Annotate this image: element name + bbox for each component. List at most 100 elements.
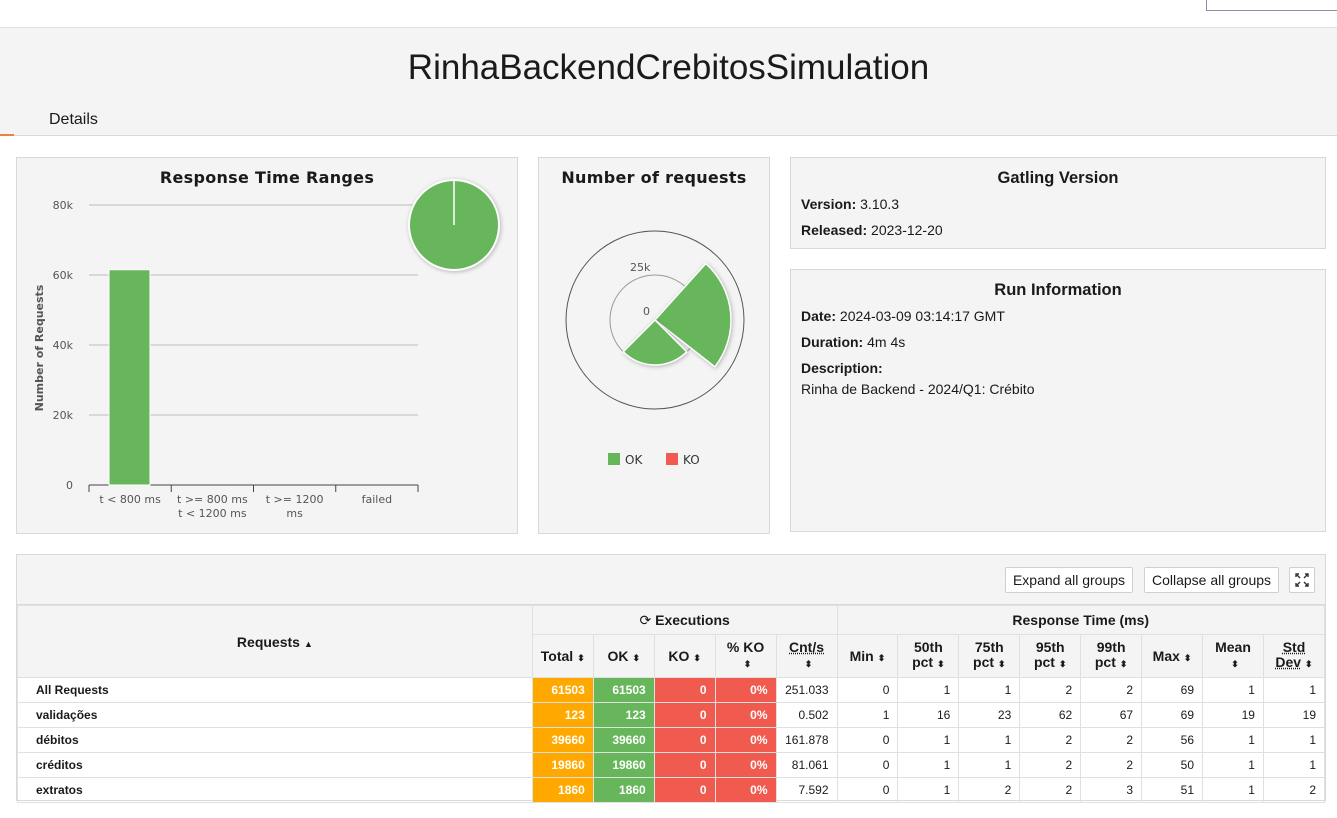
cell-total: 19860 xyxy=(531,752,594,778)
fullscreen-button[interactable] xyxy=(1289,567,1315,593)
request-name[interactable]: validações xyxy=(17,702,533,728)
sort-icon: ⬍ xyxy=(877,653,886,663)
cell-ko: 0 xyxy=(653,677,716,703)
version-row: Version: 3.10.3 xyxy=(801,196,899,212)
col-mean[interactable]: Mean ⬍ xyxy=(1202,634,1264,678)
cell-p50: 1 xyxy=(897,777,960,803)
cell-p75: 1 xyxy=(958,727,1021,753)
cell-max: 69 xyxy=(1141,677,1204,703)
table-row[interactable]: extratos 1860 1860 0 0% 7.592 0 1 2 2 3 51 1 2 xyxy=(17,777,1326,803)
cell-pct-ko: 0% xyxy=(714,752,777,778)
request-name[interactable]: extratos xyxy=(17,777,533,803)
date-row: Date: 2024-03-09 03:14:17 GMT xyxy=(801,308,1005,324)
col-ko-label: KO xyxy=(668,648,690,664)
cell-min: 1 xyxy=(836,702,899,728)
collapse-all-groups-button[interactable]: Collapse all groups xyxy=(1144,567,1279,593)
col-p99[interactable]: 99th pct ⬍ xyxy=(1080,634,1143,678)
y-tick-label: 60k xyxy=(53,269,74,282)
tab-details[interactable]: Details xyxy=(49,111,98,129)
cell-p75: 1 xyxy=(958,677,1021,703)
cell-std: 1 xyxy=(1262,727,1326,753)
description-label-row: Description: xyxy=(801,360,883,376)
cell-max: 50 xyxy=(1141,752,1204,778)
cell-total: 123 xyxy=(531,702,594,728)
tab-indicator xyxy=(0,134,14,136)
duration-value: 4m 4s xyxy=(867,334,906,350)
x-tick-label: t >= 800 ms xyxy=(177,493,248,506)
y-tick-label: 20k xyxy=(53,409,74,422)
cell-std: 1 xyxy=(1262,677,1326,703)
statistics-body: All Requests 61503 61503 0 0% 251.033 0 1 1 2 2 69 1… xyxy=(17,677,1326,803)
version-label: Version: xyxy=(801,196,857,212)
cell-ok: 61503 xyxy=(592,677,655,703)
statistics-section: Expand all groups Collapse all groups Re… xyxy=(16,554,1326,803)
cell-pct-ko: 0% xyxy=(714,702,777,728)
col-ko[interactable]: KO ⬍ xyxy=(653,634,716,678)
cell-p50: 1 xyxy=(897,727,960,753)
cell-total: 1860 xyxy=(531,777,594,803)
response-time-header: Response Time (ms) xyxy=(836,605,1325,635)
cell-mean: 1 xyxy=(1202,777,1264,803)
cell-pct-ko: 0% xyxy=(714,777,777,803)
table-row[interactable]: créditos 19860 19860 0 0% 81.061 0 1 1 2 2 50 1 1 xyxy=(17,752,1326,778)
cell-mean: 1 xyxy=(1202,727,1264,753)
cell-pct-ko: 0% xyxy=(714,727,777,753)
col-mean-label: Mean xyxy=(1215,639,1251,655)
sort-icon: ⬍ xyxy=(1119,659,1128,669)
requests-header[interactable]: Requests ▲ xyxy=(17,605,533,678)
col-min-label: Min xyxy=(849,648,874,664)
cell-max: 51 xyxy=(1141,777,1204,803)
table-row[interactable]: validações 123 123 0 0% 0.502 1 16 23 62 67 69 19 19 xyxy=(17,702,1326,728)
table-row[interactable]: débitos 39660 39660 0 0% 161.878 0 1 1 2 2 56 1 1 xyxy=(17,727,1326,753)
col-std-dev[interactable]: Std Dev ⬍ xyxy=(1262,634,1326,678)
y-axis-label: Number of Requests xyxy=(33,284,46,411)
expand-all-groups-button[interactable]: Expand all groups xyxy=(1005,567,1133,593)
statistics-table: Requests ▲ ⟳ Executions Response Time (ms… xyxy=(17,605,1326,803)
cell-p95: 62 xyxy=(1019,702,1082,728)
request-name[interactable]: All Requests xyxy=(17,677,533,703)
col-min[interactable]: Min ⬍ xyxy=(836,634,899,678)
legend-ok[interactable]: OK xyxy=(608,453,642,467)
col-ok[interactable]: OK ⬍ xyxy=(592,634,655,678)
sort-icon: ⬍ xyxy=(743,659,752,669)
table-row[interactable]: All Requests 61503 61503 0 0% 251.033 0 1 1 2 2 69 1… xyxy=(17,677,1326,703)
col-total[interactable]: Total ⬍ xyxy=(531,634,594,678)
col-pct-ko[interactable]: % KO ⬍ xyxy=(714,634,777,678)
cell-min: 0 xyxy=(836,777,899,803)
request-name[interactable]: débitos xyxy=(17,727,533,753)
top-right-box[interactable] xyxy=(1206,0,1337,11)
response-time-ranges-chart: 0 20k 40k 60k 80k Number of Requests t < 800 m… xyxy=(33,179,500,520)
cell-mean: 1 xyxy=(1202,677,1264,703)
col-p75[interactable]: 75th pct ⬍ xyxy=(958,634,1021,678)
requests-header-label: Requests xyxy=(236,633,300,650)
version-value: 3.10.3 xyxy=(860,196,900,212)
cell-ok: 1860 xyxy=(592,777,655,803)
cell-pct-ko: 0% xyxy=(714,677,777,703)
bar xyxy=(108,269,151,486)
x-tick-label: t >= 1200 xyxy=(266,493,324,506)
col-p50[interactable]: 50th pct ⬍ xyxy=(897,634,960,678)
sort-icon: ⬍ xyxy=(804,659,813,669)
col-max[interactable]: Max ⬍ xyxy=(1141,634,1204,678)
y-tick-label: 0 xyxy=(66,479,73,492)
cell-p50: 16 xyxy=(897,702,960,728)
legend-ko[interactable]: KO xyxy=(666,453,700,467)
cell-p75: 2 xyxy=(958,777,1021,803)
sort-icon: ⬍ xyxy=(1305,659,1313,669)
request-name[interactable]: créditos xyxy=(17,752,533,778)
date-label: Date: xyxy=(801,308,837,324)
cell-ok: 39660 xyxy=(592,727,655,753)
number-of-requests-panel: Number of requests 0 25k OK KO xyxy=(538,157,770,534)
col-p95[interactable]: 95th pct ⬍ xyxy=(1019,634,1082,678)
cell-min: 0 xyxy=(836,752,899,778)
cell-mean: 1 xyxy=(1202,752,1264,778)
cell-p99: 2 xyxy=(1080,727,1143,753)
response-time-ranges-panel: Response Time Ranges 0 20k 40k 60k 80k Number… xyxy=(16,157,518,534)
cell-p75: 1 xyxy=(958,752,1021,778)
col-cnt-s[interactable]: Cnt/s ⬍ xyxy=(775,634,838,678)
cell-p75: 23 xyxy=(958,702,1021,728)
col-p75-label: 75th xyxy=(974,639,1004,655)
page-header: RinhaBackendCrebitosSimulation Details xyxy=(0,28,1337,136)
x-tick-label: t < 800 ms xyxy=(99,493,161,506)
run-information-panel: Run Information Date: 2024-03-09 03:14:1… xyxy=(790,269,1326,532)
